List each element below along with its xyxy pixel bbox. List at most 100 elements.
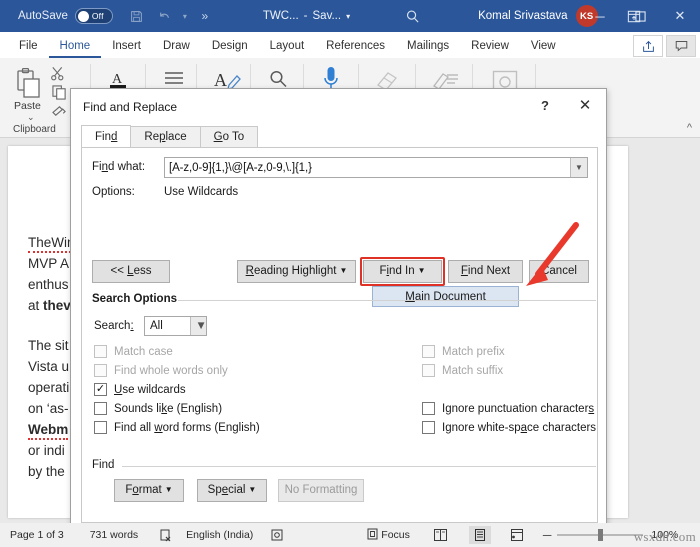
checkbox-ignore-whitespace[interactable]: Ignore white-space characters bbox=[422, 421, 596, 434]
chevron-down-icon[interactable]: ▼ bbox=[190, 317, 207, 335]
checkbox-box[interactable] bbox=[422, 421, 435, 434]
checkbox-match-prefix[interactable]: Match prefix bbox=[422, 345, 505, 358]
title-bar: AutoSave Off ▾ » TWC... - Sav... ▾ Komal… bbox=[0, 0, 700, 32]
checkbox-find-whole-words-only[interactable]: Find whole words only bbox=[94, 364, 228, 377]
chevron-down-icon[interactable]: ▾ bbox=[346, 12, 350, 21]
ribbon-right-actions bbox=[633, 35, 696, 57]
find-in-button[interactable]: Find In ▼ bbox=[363, 260, 442, 283]
checkbox-box[interactable] bbox=[94, 345, 107, 358]
checkbox-sounds-like[interactable]: Sounds like (English) bbox=[94, 402, 222, 415]
tab-find[interactable]: Find bbox=[81, 125, 132, 148]
checkbox-box[interactable] bbox=[422, 345, 435, 358]
tab-draw[interactable]: Draw bbox=[152, 34, 201, 58]
tab-layout[interactable]: Layout bbox=[259, 34, 316, 58]
find-next-button[interactable]: Find Next bbox=[448, 260, 523, 283]
less-button[interactable]: << Less bbox=[92, 260, 170, 283]
checkbox-match-suffix[interactable]: Match suffix bbox=[422, 364, 503, 377]
document-title-group[interactable]: TWC... - Sav... ▾ bbox=[263, 10, 350, 22]
zoom-out-button[interactable]: ─ bbox=[543, 528, 552, 542]
find-what-label: Find what: bbox=[92, 161, 146, 173]
checkbox-find-all-word-forms[interactable]: Find all word forms (English) bbox=[94, 421, 260, 434]
tab-view[interactable]: View bbox=[520, 34, 567, 58]
cut-scissors-icon[interactable] bbox=[50, 66, 65, 86]
checkbox-box[interactable] bbox=[422, 402, 435, 415]
find-section-title: Find bbox=[92, 459, 120, 471]
autosave-switch[interactable]: Off bbox=[74, 8, 113, 24]
chevron-down-icon[interactable]: ▼ bbox=[570, 158, 587, 177]
print-layout-icon[interactable] bbox=[468, 526, 491, 544]
reading-highlight-button[interactable]: Reading Highlight ▼ bbox=[237, 260, 356, 283]
minimize-button[interactable]: ─ bbox=[580, 0, 620, 32]
read-mode-icon[interactable] bbox=[433, 529, 447, 541]
focus-mode-button[interactable]: Focus bbox=[367, 528, 410, 543]
svg-text:A: A bbox=[214, 70, 227, 90]
options-label: Options: bbox=[92, 186, 135, 198]
search-options-title: Search Options bbox=[92, 293, 182, 305]
tab-design[interactable]: Design bbox=[201, 34, 259, 58]
special-button[interactable]: Special ▼ bbox=[197, 479, 267, 502]
undo-icon[interactable] bbox=[151, 0, 179, 32]
format-painter-icon[interactable] bbox=[52, 104, 67, 123]
more-commands-icon[interactable]: » bbox=[191, 0, 219, 32]
tab-find-accel: d bbox=[110, 131, 118, 143]
zoom-thumb[interactable] bbox=[598, 529, 604, 541]
share-icon[interactable] bbox=[633, 35, 663, 57]
tab-references[interactable]: References bbox=[315, 34, 396, 58]
tab-home[interactable]: Home bbox=[48, 34, 102, 58]
close-button[interactable]: ✕ bbox=[660, 0, 700, 32]
dialog-action-buttons: << Less Reading Highlight ▼ Find In ▼ Find… bbox=[82, 260, 597, 284]
checkbox-label: Match suffix bbox=[442, 364, 504, 377]
tab-file[interactable]: File bbox=[8, 34, 49, 58]
search-scope-select[interactable]: All ▼ bbox=[144, 316, 207, 336]
doc-line-text: TheWin bbox=[28, 235, 75, 253]
find-in-dropdown-menu[interactable]: Main Document bbox=[372, 286, 519, 307]
comments-icon[interactable] bbox=[666, 35, 696, 57]
search-icon[interactable] bbox=[398, 0, 426, 32]
tab-goto[interactable]: Go To bbox=[199, 126, 259, 148]
checkbox-box[interactable]: ✓ bbox=[94, 383, 107, 396]
collapse-ribbon-chevron-icon[interactable]: ^ bbox=[687, 122, 692, 134]
word-count[interactable]: 731 words bbox=[90, 529, 138, 541]
word-application-window: AutoSave Off ▾ » TWC... - Sav... ▾ Komal… bbox=[0, 0, 700, 547]
zoom-slider[interactable] bbox=[557, 529, 644, 541]
language-indicator[interactable]: English (India) bbox=[186, 529, 253, 541]
search-scope-label: Search: bbox=[94, 320, 134, 332]
dialog-find-pane: Find what: [A-z,0-9]{1,}\@[A-z,0-9,\.]{1… bbox=[81, 147, 598, 523]
maximize-restore-button[interactable] bbox=[620, 0, 660, 32]
checkbox-match-case[interactable]: Match case bbox=[94, 345, 173, 358]
tab-review[interactable]: Review bbox=[460, 34, 520, 58]
find-what-input[interactable]: [A-z,0-9]{1,}\@[A-z,0-9,\.]{1,} ▼ bbox=[164, 157, 588, 178]
copy-icon[interactable] bbox=[52, 85, 67, 105]
web-layout-icon[interactable] bbox=[510, 529, 523, 541]
format-button[interactable]: Format ▼ bbox=[114, 479, 184, 502]
accessibility-icon[interactable] bbox=[271, 529, 283, 541]
search-scope-value: All bbox=[150, 320, 163, 332]
checkbox-ignore-punctuation[interactable]: Ignore punctuation characters bbox=[422, 402, 594, 415]
paste-icon[interactable] bbox=[16, 67, 42, 103]
checkbox-box[interactable] bbox=[94, 421, 107, 434]
cancel-button[interactable]: Cancel bbox=[529, 260, 589, 283]
tab-replace[interactable]: Replace bbox=[130, 126, 201, 148]
paste-dropdown-icon[interactable]: ⌄ bbox=[27, 112, 35, 123]
user-name-label[interactable]: Komal Srivastava bbox=[478, 10, 567, 22]
checkbox-box[interactable] bbox=[94, 364, 107, 377]
tab-mailings[interactable]: Mailings bbox=[396, 34, 460, 58]
document-title-separator: - bbox=[303, 10, 308, 22]
tab-replace-accel: p bbox=[159, 131, 166, 143]
checkbox-use-wildcards[interactable]: ✓ Use wildcards bbox=[94, 383, 186, 396]
proofing-errors-icon[interactable] bbox=[160, 529, 172, 542]
watermark: wsxdn.com bbox=[633, 529, 696, 544]
autosave-knob bbox=[77, 10, 89, 22]
dialog-close-icon[interactable]: ✕ bbox=[574, 96, 596, 116]
undo-dropdown-icon[interactable]: ▾ bbox=[179, 0, 191, 32]
autosave-toggle-group[interactable]: AutoSave Off bbox=[18, 8, 113, 24]
save-icon[interactable] bbox=[123, 0, 151, 32]
tab-insert[interactable]: Insert bbox=[101, 34, 152, 58]
window-controls: ─ ✕ bbox=[580, 0, 700, 32]
page-indicator[interactable]: Page 1 of 3 bbox=[10, 529, 64, 541]
help-icon[interactable]: ? bbox=[536, 98, 554, 113]
checkbox-box[interactable] bbox=[422, 364, 435, 377]
checkbox-label: Match prefix bbox=[442, 345, 505, 358]
checkbox-box[interactable] bbox=[94, 402, 107, 415]
checkbox-label: Sounds like (English) bbox=[114, 402, 223, 415]
